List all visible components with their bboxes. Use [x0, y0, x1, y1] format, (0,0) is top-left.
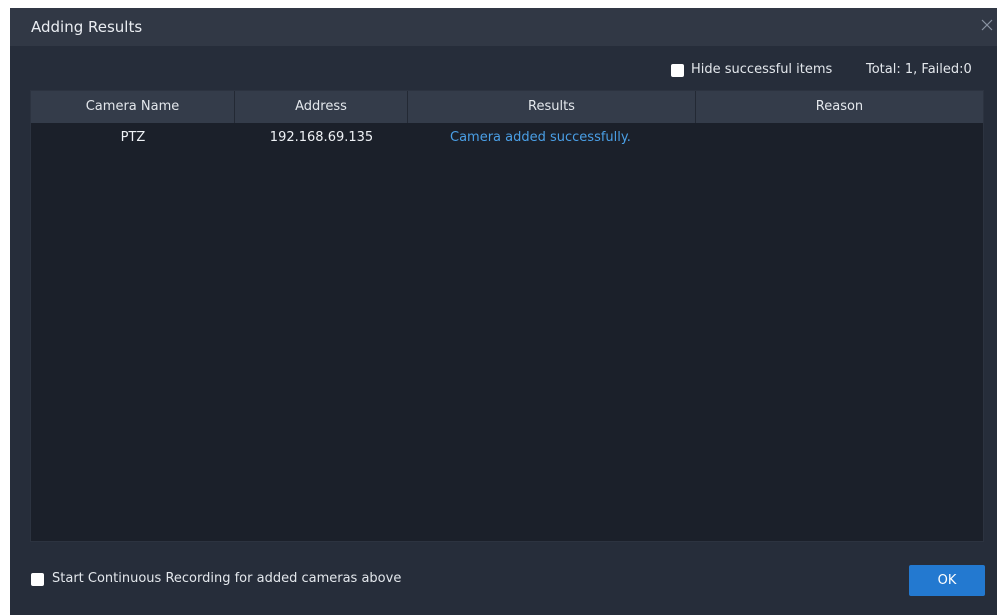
cell-camera-name: PTZ — [120, 130, 146, 145]
column-header-camera-name[interactable]: Camera Name — [31, 91, 235, 123]
column-header-reason[interactable]: Reason — [696, 91, 983, 123]
dialog-title: Adding Results — [31, 18, 143, 36]
start-recording-checkbox[interactable] — [31, 572, 44, 586]
cell-reason — [696, 123, 983, 153]
adding-results-dialog: Adding Results Hide successful items Tot… — [10, 8, 997, 615]
column-header-address[interactable]: Address — [235, 91, 408, 123]
cell-result: Camera added successfully. — [450, 130, 631, 145]
results-toolbar: Hide successful items Total: 1, Failed:0 — [10, 60, 997, 80]
hide-successful-label: Hide successful items — [691, 62, 833, 77]
cell-address: 192.168.69.135 — [269, 130, 374, 145]
hide-successful-checkbox[interactable] — [671, 63, 684, 77]
start-recording-label: Start Continuous Recording for added cam… — [52, 571, 402, 586]
start-recording-toggle[interactable]: Start Continuous Recording for added cam… — [31, 571, 401, 587]
table-row[interactable]: PTZ 192.168.69.135 Camera added successf… — [31, 123, 983, 153]
hide-successful-toggle[interactable]: Hide successful items — [671, 62, 832, 78]
ok-button[interactable]: OK — [909, 565, 985, 596]
results-table: Camera Name Address Results Reason PTZ 1… — [30, 90, 984, 542]
table-header: Camera Name Address Results Reason — [31, 91, 983, 123]
dialog-titlebar: Adding Results — [10, 8, 997, 46]
column-header-results[interactable]: Results — [408, 91, 696, 123]
close-icon[interactable] — [979, 17, 995, 33]
totals-summary: Total: 1, Failed:0 — [866, 62, 972, 77]
